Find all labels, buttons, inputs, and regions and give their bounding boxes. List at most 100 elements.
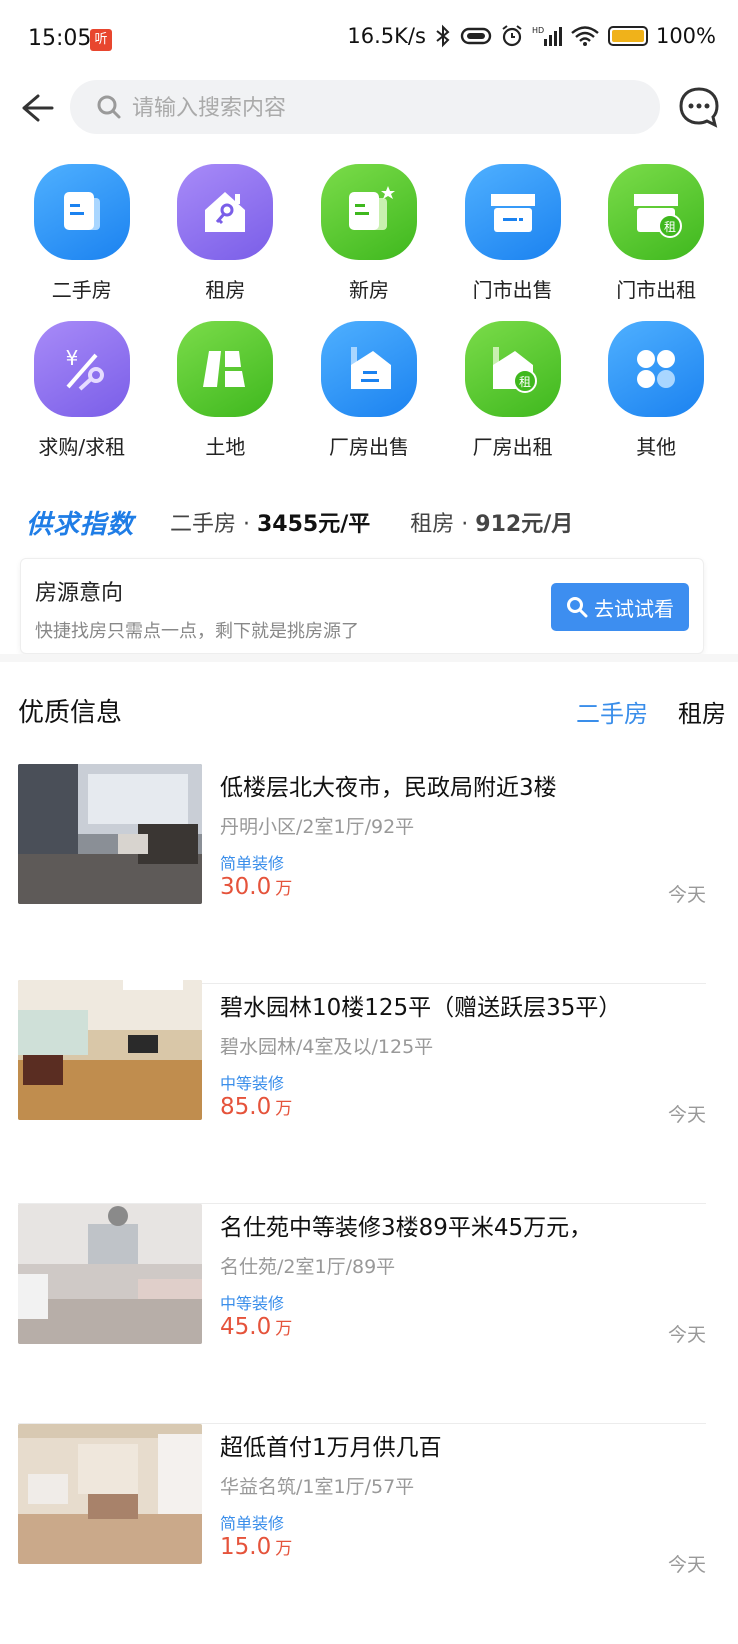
storefront-icon: [464, 164, 561, 260]
app-badge-icon: 听: [90, 29, 112, 51]
category-other[interactable]: 其他: [584, 321, 728, 460]
intent-card: 房源意向 快捷找房只需点一点，剩下就是挑房源了 去试试看: [20, 558, 704, 654]
category-label: 求购/求租: [38, 435, 126, 459]
search-bar[interactable]: [70, 80, 660, 134]
listing-price: 15.0 万: [220, 1534, 292, 1560]
svg-text:租: 租: [519, 375, 531, 389]
listing-title: 碧水园林10楼125平（赠送跃层35平）: [220, 995, 622, 1021]
listing-subtitle: 碧水园林/4室及以/125平: [220, 1036, 434, 1058]
listing-title: 超低首付1万月供几百: [220, 1435, 442, 1461]
category-shop-sale[interactable]: 门市出售: [441, 164, 585, 303]
svg-text:租: 租: [664, 220, 676, 234]
listing-date: 今天: [667, 884, 706, 906]
listing-photo: [18, 1204, 202, 1344]
category-label: 二手房: [51, 278, 112, 302]
index-second-hand-value: 3455元/平: [257, 512, 371, 537]
tab-rent[interactable]: 租房: [678, 694, 726, 729]
listing-price-unit: 万: [275, 1099, 293, 1119]
search-icon: [567, 597, 588, 618]
listing-price-value: 15.0: [220, 1534, 272, 1560]
house-key-icon: [177, 164, 274, 260]
listing-item[interactable]: 低楼层北大夜市，民政局附近3楼 丹明小区/2室1厅/92平 简单装修 30.0 万…: [18, 764, 706, 984]
category-label: 门市出租: [616, 278, 697, 302]
listing-price-unit: 万: [275, 1539, 293, 1559]
listing-price-value: 85.0: [220, 1094, 272, 1120]
tab-second-hand[interactable]: 二手房: [576, 694, 648, 729]
category-want[interactable]: ¥ 求购/求租: [10, 321, 154, 460]
index-logo: 供求指数: [26, 509, 135, 540]
section-divider: [0, 654, 738, 662]
message-icon[interactable]: [676, 84, 722, 130]
category-label: 其他: [636, 435, 677, 459]
listing-title: 低楼层北大夜市，民政局附近3楼: [220, 775, 557, 801]
try-button-label: 去试试看: [594, 596, 674, 621]
section-title: 优质信息: [18, 698, 123, 728]
document-star-icon: [320, 164, 417, 260]
index-rent: 租房 · 912元/月: [410, 506, 573, 538]
section-header: 优质信息 二手房 租房: [18, 690, 726, 734]
factory-icon: [320, 321, 417, 417]
factory-rent-icon: 租: [464, 321, 561, 417]
yuan-key-icon: ¥: [33, 321, 130, 417]
listing-price: 30.0 万: [220, 874, 292, 900]
vibrate-icon: [460, 27, 492, 45]
category-factory-rent[interactable]: 租 厂房出租: [441, 321, 585, 460]
status-time: 15:05: [28, 26, 92, 51]
category-label: 新房: [348, 278, 389, 302]
listing-decoration-tag: 简单装修: [220, 854, 285, 873]
listing-photo: [18, 1424, 202, 1564]
search-header: [0, 78, 738, 138]
listing-item[interactable]: 碧水园林10楼125平（赠送跃层35平） 碧水园林/4室及以/125平 中等装修…: [18, 980, 706, 1204]
listing-date: 今天: [667, 1324, 706, 1346]
supply-demand-index[interactable]: 供求指数 二手房 · 3455元/平 租房 · 912元/月: [26, 500, 726, 544]
category-new-house[interactable]: 新房: [297, 164, 441, 303]
listing-date: 今天: [667, 1554, 706, 1576]
listing-subtitle: 华益名筑/1室1厅/57平: [220, 1476, 415, 1498]
listing-item[interactable]: 名仕苑中等装修3楼89平米45万元， 名仕苑/2室1厅/89平 中等装修 45.…: [18, 1204, 706, 1424]
index-rent-label: 租房 ·: [410, 512, 476, 537]
alarm-icon: [502, 25, 522, 47]
intent-title: 房源意向: [35, 581, 124, 606]
category-land[interactable]: 土地: [154, 321, 298, 460]
category-label: 土地: [205, 435, 246, 459]
category-rent[interactable]: 租房: [154, 164, 298, 303]
listing-photo: [18, 764, 202, 904]
category-second-hand[interactable]: 二手房: [10, 164, 154, 303]
bluetooth-icon: [436, 24, 450, 48]
signal-icon: HD: [532, 26, 562, 46]
svg-text:¥: ¥: [65, 346, 78, 370]
listing-price-value: 30.0: [220, 874, 272, 900]
net-speed: 16.5K/s: [347, 24, 426, 48]
battery-percent: 100%: [655, 24, 716, 48]
index-rent-value: 912元/月: [475, 512, 574, 537]
index-second-hand: 二手房 · 3455元/平: [170, 506, 370, 538]
status-bar: 15:05 听 16.5K/s HD 100%: [0, 0, 738, 80]
listing-title: 名仕苑中等装修3楼89平米45万元，: [220, 1215, 593, 1241]
grid-dots-icon: [608, 321, 705, 417]
try-button[interactable]: 去试试看: [551, 583, 689, 631]
search-icon: [97, 95, 121, 119]
land-icon: [177, 321, 274, 417]
document-icon: [33, 164, 130, 260]
listing-price-value: 45.0: [220, 1314, 272, 1340]
category-factory-sale[interactable]: 厂房出售: [297, 321, 441, 460]
category-grid: 二手房 租房 新房 门市出售 租 门市出租 ¥ 求购/求租 土地 厂房出售 租 …: [10, 164, 728, 460]
back-arrow-icon[interactable]: [14, 86, 58, 130]
listing-list: 低楼层北大夜市，民政局附近3楼 丹明小区/2室1厅/92平 简单装修 30.0 万…: [18, 764, 706, 1644]
listing-price: 45.0 万: [220, 1314, 292, 1340]
listing-decoration-tag: 中等装修: [220, 1294, 285, 1313]
category-label: 厂房出售: [328, 435, 409, 459]
listing-photo: [18, 980, 202, 1120]
category-label: 门市出售: [472, 278, 553, 302]
svg-text:HD: HD: [532, 26, 544, 35]
listing-price-unit: 万: [275, 1319, 293, 1339]
storefront-rent-icon: 租: [608, 164, 705, 260]
listing-item[interactable]: 超低首付1万月供几百 华益名筑/1室1厅/57平 简单装修 15.0 万 今天: [18, 1424, 706, 1644]
search-input[interactable]: [130, 88, 634, 128]
index-second-hand-label: 二手房 ·: [170, 512, 257, 537]
listing-decoration-tag: 简单装修: [220, 1514, 285, 1533]
category-shop-rent[interactable]: 租 门市出租: [584, 164, 728, 303]
listing-decoration-tag: 中等装修: [220, 1074, 285, 1093]
listing-price-unit: 万: [275, 879, 293, 899]
listing-subtitle: 丹明小区/2室1厅/92平: [220, 816, 415, 838]
